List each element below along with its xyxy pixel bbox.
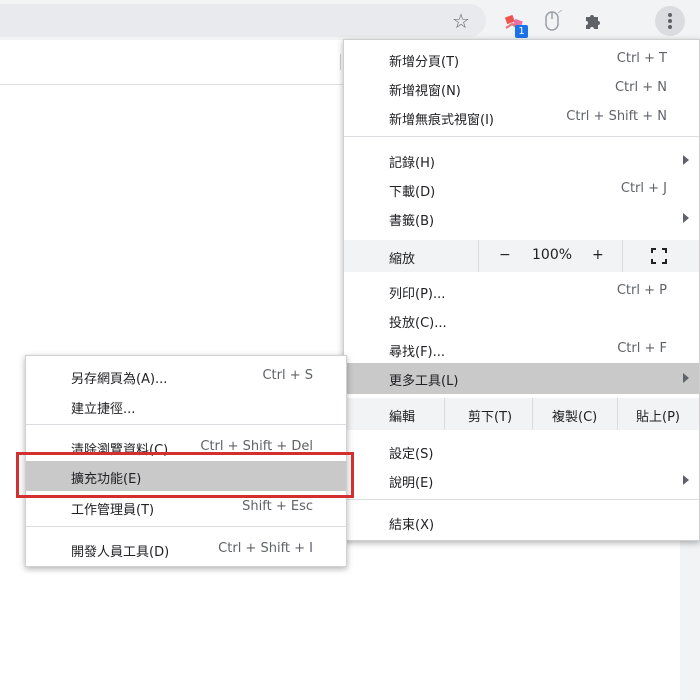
edit-divider	[532, 398, 533, 430]
menu-item-exit[interactable]: 結束(X)	[344, 508, 699, 537]
menu-item-shortcut: Ctrl + P	[616, 283, 667, 298]
cut-button[interactable]: 剪下(T)	[468, 406, 512, 425]
kebab-menu-icon[interactable]	[655, 6, 685, 36]
menu-item-label: 新增無痕式視窗(I)	[389, 113, 494, 128]
menu-item-print[interactable]: 列印(P)... Ctrl + P	[344, 277, 699, 306]
menu-separator	[26, 424, 346, 425]
menu-item-find[interactable]: 尋找(F)... Ctrl + F	[344, 335, 699, 364]
zoom-level: 100%	[532, 247, 573, 263]
edit-row: 編輯 剪下(T) 複製(C) 貼上(P)	[344, 398, 699, 430]
edit-divider	[617, 398, 618, 430]
menu-item-save-page-as[interactable]: 另存網頁為(A)... Ctrl + S	[26, 362, 346, 391]
browser-toolbar: ☆ 1	[0, 0, 700, 40]
submenu-arrow-icon	[683, 475, 689, 485]
menu-item-shortcut: Ctrl + Shift + I	[218, 541, 313, 556]
edit-label: 編輯	[389, 410, 416, 425]
menu-item-settings[interactable]: 設定(S)	[344, 437, 699, 466]
menu-item-label: 建立捷徑...	[71, 402, 136, 417]
annotation-highlight-box	[16, 452, 354, 498]
zoom-divider	[622, 240, 623, 272]
extension-badge: 1	[515, 25, 528, 38]
edit-divider	[444, 398, 445, 430]
fullscreen-icon[interactable]	[651, 248, 667, 264]
menu-separator	[344, 136, 699, 137]
menu-item-label: 更多工具(L)	[389, 374, 459, 389]
menu-item-label: 記錄(H)	[389, 156, 435, 171]
mouse-extension-icon[interactable]	[540, 8, 566, 34]
menu-item-history[interactable]: 記錄(H)	[344, 146, 699, 175]
menu-item-downloads[interactable]: 下載(D) Ctrl + J	[344, 175, 699, 204]
menu-item-label: 尋找(F)...	[389, 345, 446, 360]
menu-item-label: 結束(X)	[389, 518, 435, 533]
paste-button[interactable]: 貼上(P)	[636, 406, 680, 425]
menu-item-help[interactable]: 說明(E)	[344, 466, 699, 495]
submenu-arrow-icon	[683, 155, 689, 165]
menu-item-label: 設定(S)	[389, 447, 434, 462]
copy-button[interactable]: 複製(C)	[552, 406, 597, 425]
menu-item-bookmarks[interactable]: 書籤(B)	[344, 204, 699, 233]
menu-item-shortcut: Ctrl + T	[616, 51, 667, 66]
menu-item-shortcut: Ctrl + Shift + N	[566, 109, 667, 124]
menu-item-create-shortcut[interactable]: 建立捷徑...	[26, 392, 346, 421]
menu-item-shortcut: Ctrl + S	[262, 368, 313, 383]
menu-separator	[26, 526, 346, 527]
menu-item-new-tab[interactable]: 新增分頁(T) Ctrl + T	[344, 45, 699, 74]
submenu-arrow-icon	[683, 213, 689, 223]
address-bar[interactable]	[0, 4, 486, 37]
menu-item-new-incognito-window[interactable]: 新增無痕式視窗(I) Ctrl + Shift + N	[344, 103, 699, 132]
menu-item-label: 投放(C)...	[389, 316, 447, 331]
page-divider	[0, 84, 344, 85]
menu-separator	[344, 499, 699, 500]
zoom-row: 縮放 − 100% +	[344, 240, 699, 272]
chrome-main-menu: 新增分頁(T) Ctrl + T 新增視窗(N) Ctrl + N 新增無痕式視…	[343, 39, 700, 541]
menu-item-label: 新增視窗(N)	[389, 84, 461, 99]
menu-item-label: 下載(D)	[389, 185, 436, 200]
zoom-label: 縮放	[389, 252, 416, 267]
submenu-arrow-icon	[683, 373, 689, 383]
menu-item-cast[interactable]: 投放(C)...	[344, 306, 699, 335]
zoom-out-button[interactable]: −	[499, 247, 511, 263]
menu-item-shortcut: Ctrl + F	[617, 341, 667, 356]
menu-item-label: 列印(P)...	[389, 287, 446, 302]
menu-item-developer-tools[interactable]: 開發人員工具(D) Ctrl + Shift + I	[26, 535, 346, 564]
star-icon[interactable]: ☆	[448, 8, 474, 34]
page-divider-vertical	[340, 54, 341, 70]
page-scrollbar[interactable]	[680, 541, 700, 700]
zoom-in-button[interactable]: +	[592, 247, 604, 263]
menu-item-shortcut: Ctrl + N	[614, 80, 667, 95]
menu-item-label: 書籤(B)	[389, 214, 435, 229]
menu-item-label: 新增分頁(T)	[389, 55, 460, 70]
puzzle-extensions-icon[interactable]	[580, 8, 606, 34]
menu-item-new-window[interactable]: 新增視窗(N) Ctrl + N	[344, 74, 699, 103]
menu-item-shortcut: Shift + Esc	[242, 499, 313, 514]
menu-item-more-tools[interactable]: 更多工具(L)	[344, 363, 699, 394]
zoom-divider	[478, 240, 479, 272]
menu-item-label: 工作管理員(T)	[71, 503, 155, 518]
menu-item-label: 說明(E)	[389, 476, 434, 491]
menu-item-label: 開發人員工具(D)	[71, 545, 170, 560]
menu-item-label: 另存網頁為(A)...	[71, 372, 168, 387]
menu-item-shortcut: Ctrl + J	[620, 181, 667, 196]
